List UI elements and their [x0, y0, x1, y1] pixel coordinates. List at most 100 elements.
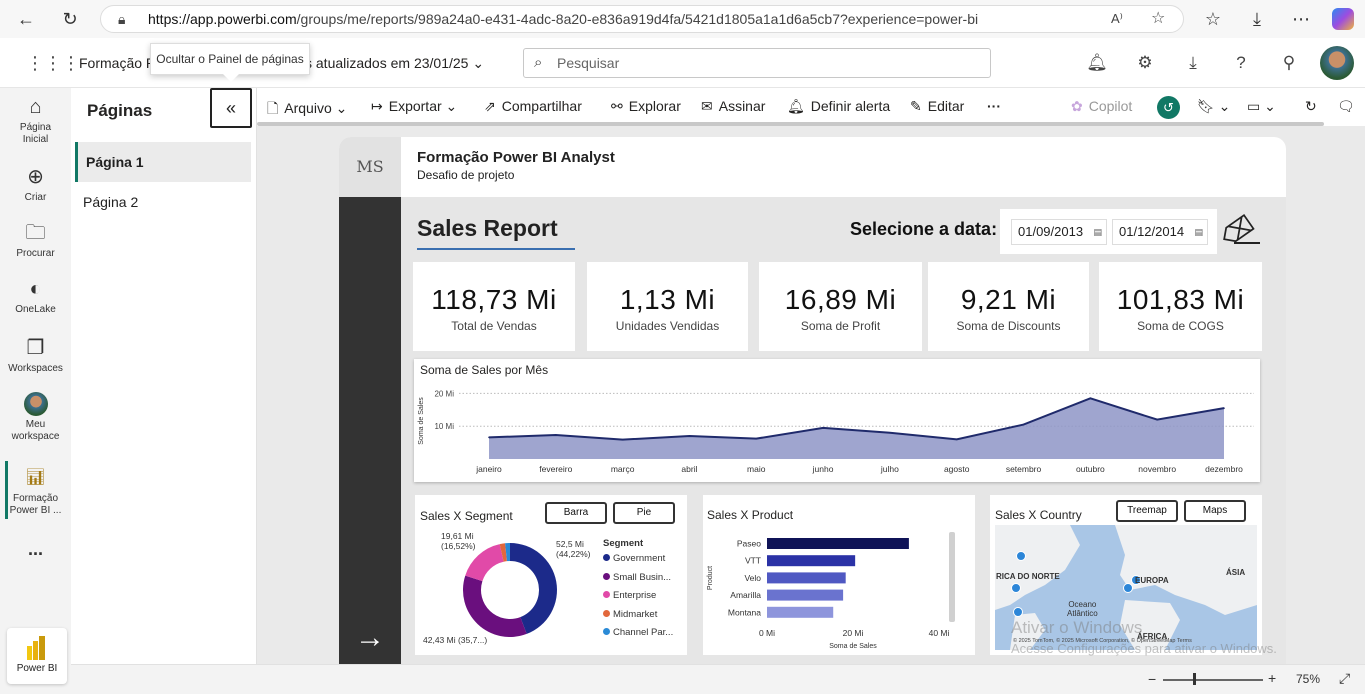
pie-button[interactable]: Pie	[613, 502, 675, 524]
legend-item[interactable]: Government	[603, 553, 665, 564]
date-to-input[interactable]: 01/12/2014 ▤	[1112, 219, 1208, 245]
x-tick-label: 0 Mi	[759, 628, 775, 638]
bookmark-icon[interactable]: 🔖︎ ⌄	[1197, 98, 1230, 115]
download-icon[interactable]: ⤓	[1182, 52, 1204, 74]
reset-icon[interactable]: ↺	[1157, 96, 1180, 119]
donut-label-government: 52,5 Mi (44,22%)	[556, 539, 591, 559]
map-label-europe: EUROPA	[1135, 576, 1169, 585]
fit-page-icon[interactable]: ⤢	[1339, 670, 1350, 687]
definir-alerta-button[interactable]: 🔔︎ Definir alerta	[787, 98, 890, 115]
barra-button[interactable]: Barra	[545, 502, 607, 524]
notifications-bell-icon[interactable]: 🔔︎	[1086, 52, 1108, 74]
editar-button[interactable]: ✎ Editar	[910, 98, 964, 115]
legend-item[interactable]: Midmarket	[603, 609, 657, 620]
user-avatar[interactable]	[1320, 46, 1354, 80]
assinar-button[interactable]: ✉ Assinar	[701, 98, 765, 115]
nav-browse[interactable]: 🗀︎ Procurar	[0, 221, 71, 260]
treemap-button[interactable]: Treemap	[1116, 500, 1178, 522]
nav-more[interactable]: ...	[0, 540, 71, 558]
area-chart-svg: Soma de Sales 10 Mi 20 Mi janeiro fevereiro m…	[418, 389, 1254, 474]
kpi-value: 101,83 Mi	[1116, 284, 1245, 315]
arrow-right-icon[interactable]: →	[355, 621, 385, 655]
zoom-slider-thumb[interactable]	[1193, 673, 1196, 685]
arquivo-menu[interactable]: 🗋︎ Arquivo ⌄	[267, 98, 347, 122]
copilot-button[interactable]: ✿ Copilot	[1071, 98, 1132, 115]
page-tab-1[interactable]: Página 1	[75, 142, 251, 182]
refresh-icon[interactable]: ↻	[59, 8, 81, 30]
search-placeholder: Pesquisar	[557, 55, 620, 71]
sales-by-month-chart[interactable]: Soma de Sales por Mês Soma de Sales 10 Mi…	[414, 359, 1260, 482]
x-tick-label: junho	[812, 464, 834, 474]
map-bubble[interactable]	[1016, 551, 1026, 561]
y-tick-label: Montana	[728, 607, 761, 617]
help-icon[interactable]: ?	[1230, 52, 1252, 74]
x-tick-label: maio	[747, 464, 766, 474]
feedback-icon[interactable]: ⚲	[1278, 52, 1300, 74]
x-tick-label: abril	[681, 464, 697, 474]
zoom-out-icon[interactable]: −	[1148, 671, 1156, 687]
windows-activation-watermark: Ativar o Windows Acesse Configurações pa…	[1011, 617, 1277, 659]
app-launcher-icon[interactable]: ⋮⋮⋮	[26, 52, 80, 74]
explorar-button[interactable]: ⚯ Explorar	[611, 98, 681, 115]
nav-home[interactable]: ⌂ Página Inicial	[0, 95, 71, 146]
compartilhar-button[interactable]: ⇗ Compartilhar	[484, 98, 582, 115]
zoom-level: 75%	[1296, 672, 1321, 686]
horizontal-scrollbar[interactable]	[257, 122, 1324, 126]
legend-item[interactable]: Small Busin...	[603, 572, 671, 583]
report-page: MS Formação Power BI Analyst Desafio de …	[339, 137, 1286, 665]
copilot-browser-icon[interactable]	[1332, 8, 1354, 30]
legend-dot	[603, 591, 610, 598]
data-point	[889, 431, 891, 434]
page-tab-2[interactable]: Página 2	[75, 182, 251, 222]
legend-item[interactable]: Channel Par...	[603, 627, 673, 638]
zoom-slider[interactable]	[1163, 679, 1263, 681]
arquivo-label: Arquivo	[284, 100, 332, 116]
view-icon[interactable]: ▭ ⌄	[1247, 98, 1276, 115]
pages-panel-title: Páginas	[87, 101, 153, 120]
compartilhar-label: Compartilhar	[501, 98, 582, 114]
search-input[interactable]: ⌕ Pesquisar	[523, 48, 991, 78]
collapse-pages-button[interactable]: «	[210, 88, 252, 128]
nav-workspaces-label: Workspaces	[8, 363, 63, 374]
search-icon: ⌕	[534, 54, 543, 71]
maps-button[interactable]: Maps	[1184, 500, 1246, 522]
refresh-visuals-icon[interactable]: ↻	[1305, 98, 1317, 115]
back-icon[interactable]: ←	[15, 8, 37, 30]
date-selector-label: Selecione a data:	[850, 219, 998, 239]
zoom-in-icon[interactable]: +	[1268, 670, 1276, 686]
kpi-value: 118,73 Mi	[431, 284, 557, 315]
map-bubble[interactable]	[1013, 607, 1023, 617]
donut-slice	[463, 575, 527, 637]
sales-x-segment-panel[interactable]: Sales X Segment Barra Pie 19,61 Mi (16,52…	[415, 495, 687, 655]
powerbi-app-button[interactable]: Power BI	[7, 628, 67, 684]
report-header	[339, 137, 1286, 197]
nav-my-workspace[interactable]: Meu workspace	[0, 392, 71, 443]
data-updated-label[interactable]: s atualizados em 23/01/25 ⌄	[305, 55, 484, 72]
settings-gear-icon[interactable]: ⚙	[1134, 52, 1156, 74]
nav-workspaces[interactable]: ❐ Workspaces	[0, 336, 71, 375]
chevron-down-icon: ⌄	[335, 100, 348, 116]
read-aloud-icon[interactable]: A⁾	[1111, 6, 1123, 32]
bar	[767, 555, 856, 567]
browser-menu-icon[interactable]: ⋯	[1290, 8, 1312, 30]
exportar-menu[interactable]: ↦ Exportar ⌄	[371, 98, 457, 115]
data-point	[488, 436, 490, 439]
kpi-card-total-vendas: 118,73 Mi Total de Vendas	[413, 262, 575, 351]
home-icon: ⌂	[29, 96, 42, 118]
nav-onelake[interactable]: ◐ OneLake	[0, 277, 71, 316]
more-options-button[interactable]: ···	[987, 98, 1001, 114]
map-bubble[interactable]	[1123, 583, 1133, 593]
map-bubble[interactable]	[1011, 583, 1021, 593]
address-bar[interactable]: 🔒︎ https://app.powerbi.com/groups/me/rep…	[100, 5, 1184, 33]
nav-report[interactable]: 📊︎ Formação Power BI ...	[0, 466, 71, 517]
download-icon[interactable]: ⤓	[1246, 8, 1268, 30]
sales-x-product-panel[interactable]: Sales X Product Product Paseo VTT Velo Amari…	[703, 495, 975, 655]
comment-icon[interactable]: 🗨︎	[1337, 98, 1355, 115]
date-from-input[interactable]: 01/09/2013 ▤	[1011, 219, 1107, 245]
eraser-icon[interactable]: ⌫	[1216, 210, 1260, 253]
report-name[interactable]: Formação P	[79, 55, 155, 71]
favorites-icon[interactable]: ☆	[1202, 8, 1224, 30]
nav-create[interactable]: ⊕ Criar	[0, 165, 71, 204]
favorite-star-icon[interactable]: ☆	[1151, 6, 1165, 32]
legend-item[interactable]: Enterprise	[603, 590, 656, 601]
